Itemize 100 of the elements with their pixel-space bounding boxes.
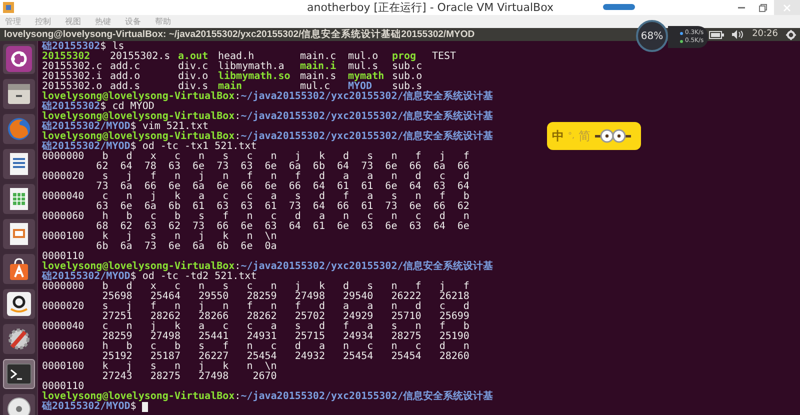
terminal-icon (6, 361, 32, 387)
file-name: MYOD (348, 81, 372, 92)
terminal-line: 73 6a 66 6e 6a 6e 66 6e 66 64 61 61 6e 64 63 64 (95, 182, 470, 192)
file-name: mul.o (348, 51, 378, 62)
punctuation-mode[interactable]: °, (568, 130, 575, 142)
volume-icon[interactable] (732, 30, 744, 39)
terminal-line: 62 64 78 63 6e 73 63 6e 6a 6b 64 73 6e 66 6a 66 (95, 162, 470, 172)
file-name: libmymath.so (218, 71, 290, 82)
globe-icon (6, 116, 32, 142)
terminal-line: 25192 25187 26227 25454 24932 25454 25454 28260 (101, 352, 470, 362)
file-name: main.c (300, 51, 336, 62)
clock[interactable]: 20:26 (752, 28, 778, 41)
menu-item[interactable]: 帮助 (155, 15, 171, 28)
file-name: 20155302.s (110, 51, 170, 62)
goggles-icon (594, 129, 631, 143)
file-name: div.o (178, 71, 208, 82)
gear-icon (6, 326, 32, 352)
download-dot-icon (680, 40, 683, 42)
file-name: 20155302.i (42, 71, 102, 82)
terminal-line: 0000000 b d x c n s c n j k d s n f j f (42, 282, 470, 292)
terminal-line: 0000040 c n j k a c c a s d f a s n f b (42, 192, 470, 202)
file-name: sub.o (392, 71, 422, 82)
launcher-item[interactable] (2, 184, 34, 214)
input-mode[interactable]: 中 (552, 127, 564, 145)
file-name: main.s (300, 71, 336, 82)
menu-item[interactable]: 控制 (35, 15, 51, 28)
menu-item[interactable]: 视图 (65, 15, 81, 28)
terminal-line: 0000110 (42, 382, 84, 392)
terminal-line: 27251 28262 28266 28262 25702 24929 25710 25699 (101, 312, 470, 322)
close-icon (783, 4, 791, 12)
script-mode[interactable]: 简 (578, 127, 591, 145)
terminal-line: 础20155302$ cd MYOD (42, 102, 154, 112)
terminal-line: 础20155302/MYOD$ od -tc -td2 521.txt (42, 272, 257, 282)
file-name: TEST (432, 51, 456, 62)
launcher-item[interactable] (2, 254, 34, 284)
app-icon (3, 2, 14, 13)
terminal-line: 础20155302/MYOD$ (42, 402, 136, 412)
terminal-line: lovelysong@lovelysong-VirtualBox:~/java20155302/yxc20155302/信息安全系统设计基 (42, 132, 494, 142)
file-name: mul.s (348, 61, 378, 72)
launcher-item[interactable] (2, 149, 34, 179)
file-name: main.i (300, 61, 336, 72)
panel-title: lovelysong@lovelysong-VirtualBox: ~/java20155302/yxc20155302/信息安全系统设计基础20155302/MYOD (4, 28, 475, 41)
terminal-line: 础20155302/MYOD$ od -tc -tx1 521.txt (42, 142, 257, 152)
battery-icon[interactable] (709, 30, 724, 38)
slider-handle[interactable] (603, 4, 635, 10)
terminal-line: 0000040 c n j k a c c a s d f a s n f b (42, 322, 470, 332)
launcher-item[interactable] (2, 359, 34, 389)
file-name: libmymath.a (218, 61, 284, 72)
launcher-item[interactable] (2, 289, 34, 319)
file-name: main (218, 81, 242, 92)
usage-percent: 68% (640, 30, 664, 44)
terminal-line: 础20155302$ ls (42, 42, 124, 52)
file-name: a.out (178, 51, 208, 62)
minimize-icon (738, 6, 744, 8)
file-name: div.s (178, 81, 208, 92)
settings-icon[interactable] (786, 30, 796, 40)
terminal-line: 0000060 h b c b s f n c d a n c n c d n (42, 212, 470, 222)
terminal-line: 0000110 (42, 252, 84, 262)
menu-item[interactable]: 热键 (95, 15, 111, 28)
file-name: add.s (110, 81, 140, 92)
upload-dot-icon (680, 32, 683, 34)
file-name: 20155302.c (42, 61, 102, 72)
restore-icon (759, 4, 767, 12)
terminal-line: 0000100 k j s n j k n \n (42, 232, 277, 242)
launcher-item[interactable] (2, 394, 34, 415)
file-name: mul.c (300, 81, 330, 92)
terminal-line: 25698 25464 29550 28259 27498 29540 26222 26218 (101, 292, 470, 302)
file-name: mymath (348, 71, 384, 82)
file-name: prog (392, 51, 416, 62)
terminal-line: lovelysong@lovelysong-VirtualBox:~/java20155302/yxc20155302/信息安全系统设计基 (42, 92, 494, 102)
terminal-line: 0000020 s j f n j n f n f d a a n d c d (42, 302, 470, 312)
launcher-item[interactable] (2, 79, 34, 109)
file-name: add.o (110, 71, 140, 82)
terminal-line: 0000000 b d x c n s c n j k d s n f j f (42, 152, 470, 162)
cabinet-icon (6, 81, 32, 107)
terminal-line: 27243 28275 27498 2670 (101, 372, 277, 382)
terminal-line: 28259 27498 25441 24931 25715 24934 28275 25190 (101, 332, 470, 342)
terminal-line: 63 6e 6a 6b 61 63 63 61 73 64 66 61 73 6e 66 62 (95, 202, 470, 212)
launcher-item[interactable] (2, 219, 34, 249)
terminal-line: 0000100 k j s n j k n \n (42, 362, 277, 372)
launcher-item[interactable] (2, 44, 34, 74)
terminal-line: 0000060 h b c b s f n c d a n c n c d n (42, 342, 470, 352)
file-name: head.h (218, 51, 254, 62)
terminal-line: 础20155302/MYOD$ vim 521.txt (42, 122, 209, 132)
window-title: anotherboy [正在运行] - Oracle VM VirtualBox (307, 0, 554, 15)
circle-logo-icon (6, 46, 32, 72)
terminal-line: lovelysong@lovelysong-VirtualBox:~/java20155302/yxc20155302/信息安全系统设计基 (42, 262, 494, 272)
terminal-line: lovelysong@lovelysong-VirtualBox:~/java20155302/yxc20155302/信息安全系统设计基 (42, 112, 494, 122)
terminal-line: 6b 6a 73 6e 6a 6b 6e 0a (95, 242, 277, 252)
launcher-item[interactable] (2, 324, 34, 354)
file-name: sub.s (392, 81, 422, 92)
menu-item[interactable]: 管理 (5, 15, 21, 28)
terminal-line: 68 62 63 62 73 66 6e 63 64 61 6e 63 6e 63 64 6e (95, 222, 470, 232)
file-name: add.c (110, 61, 140, 72)
file-name: 20155302.o (42, 81, 102, 92)
file-name: div.c (178, 61, 208, 72)
menu-item[interactable]: 设备 (125, 15, 141, 28)
terminal-line: 0000020 s j f n j n f n f d a a n d c d (42, 172, 470, 182)
file-name: 20155302 (42, 51, 90, 62)
terminal-line: lovelysong@lovelysong-VirtualBox:~/java20155302/yxc20155302/信息安全系统设计基 (42, 392, 494, 402)
